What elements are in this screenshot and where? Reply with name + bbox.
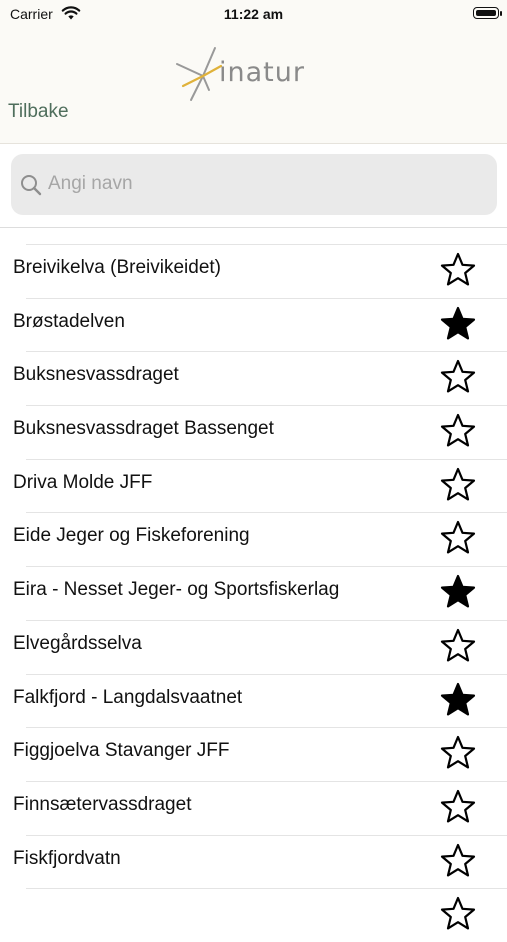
list-item[interactable] bbox=[26, 888, 507, 942]
star-outline-icon[interactable] bbox=[439, 734, 477, 772]
battery-icon bbox=[473, 7, 499, 19]
star-outline-icon[interactable] bbox=[439, 519, 477, 557]
star-filled-icon[interactable] bbox=[439, 573, 477, 611]
star-outline-icon[interactable] bbox=[439, 627, 477, 665]
star-outline-icon[interactable] bbox=[439, 412, 477, 450]
list-item-label: Elvegårdsselva bbox=[13, 632, 142, 654]
favorites-list: Breivikelva (Breivikeidet) Brøstadelven … bbox=[0, 244, 507, 942]
list-item-label: Driva Molde JFF bbox=[13, 471, 153, 493]
list-item[interactable]: Driva Molde JFF bbox=[13, 458, 507, 513]
logo-star-icon bbox=[176, 47, 223, 101]
star-filled-icon[interactable] bbox=[439, 681, 477, 719]
list-item[interactable]: Breivikelva (Breivikeidet) bbox=[13, 244, 507, 298]
list-item[interactable]: Brøstadelven bbox=[13, 297, 507, 352]
list-item-label: Figgjoelva Stavanger JFF bbox=[13, 740, 230, 762]
search-bar[interactable] bbox=[11, 154, 497, 215]
star-outline-icon[interactable] bbox=[439, 251, 477, 289]
list-item-label: Buksnesvassdraget bbox=[13, 364, 179, 386]
status-bar: Carrier 11:22 am bbox=[0, 0, 507, 30]
star-filled-icon[interactable] bbox=[439, 305, 477, 343]
back-button[interactable]: Tilbake bbox=[8, 101, 69, 123]
list-item[interactable]: Buksnesvassdraget Bassenget bbox=[13, 405, 507, 459]
list-item[interactable]: Fiskfjordvatn bbox=[13, 834, 507, 889]
list-item[interactable]: Finnsætervassdraget bbox=[13, 780, 507, 835]
battery-tip bbox=[500, 11, 502, 16]
list-item-label: Finnsætervassdraget bbox=[13, 793, 192, 815]
list-item-label: Eira - Nesset Jeger- og Sportsfiskerlag bbox=[13, 579, 340, 601]
list-item-label: Falkfjord - Langdalsvaatnet bbox=[13, 686, 243, 708]
star-outline-icon[interactable] bbox=[439, 842, 477, 880]
search-input[interactable] bbox=[48, 168, 488, 200]
list-item-label: Buksnesvassdraget Bassenget bbox=[13, 418, 274, 440]
list-divider bbox=[0, 227, 507, 228]
star-outline-icon[interactable] bbox=[439, 358, 477, 396]
inatur-logo: inatur bbox=[176, 47, 305, 101]
list-item[interactable]: Eide Jeger og Fiskeforening bbox=[13, 512, 507, 566]
list-item[interactable]: Eira - Nesset Jeger- og Sportsfiskerlag bbox=[13, 566, 507, 620]
list-item[interactable]: Falkfjord - Langdalsvaatnet bbox=[13, 673, 507, 728]
list-item[interactable]: Figgjoelva Stavanger JFF bbox=[13, 727, 507, 781]
list-item-label: Eide Jeger og Fiskeforening bbox=[13, 525, 250, 547]
list-item[interactable]: Buksnesvassdraget bbox=[13, 351, 507, 405]
list-item-label: Breivikelva (Breivikeidet) bbox=[13, 257, 222, 278]
logo-text: inatur bbox=[219, 57, 305, 88]
search-icon bbox=[20, 174, 42, 201]
star-outline-icon[interactable] bbox=[439, 788, 477, 826]
list-item-label: Fiskfjordvatn bbox=[13, 847, 121, 869]
list-item[interactable]: Elvegårdsselva bbox=[13, 619, 507, 674]
star-outline-icon[interactable] bbox=[439, 466, 477, 504]
list-item-label: Brøstadelven bbox=[13, 310, 125, 332]
navigation-header: Carrier 11:22 am inatur Tilbake bbox=[0, 0, 507, 144]
star-outline-icon[interactable] bbox=[439, 895, 477, 933]
status-time: 11:22 am bbox=[223, 6, 284, 22]
